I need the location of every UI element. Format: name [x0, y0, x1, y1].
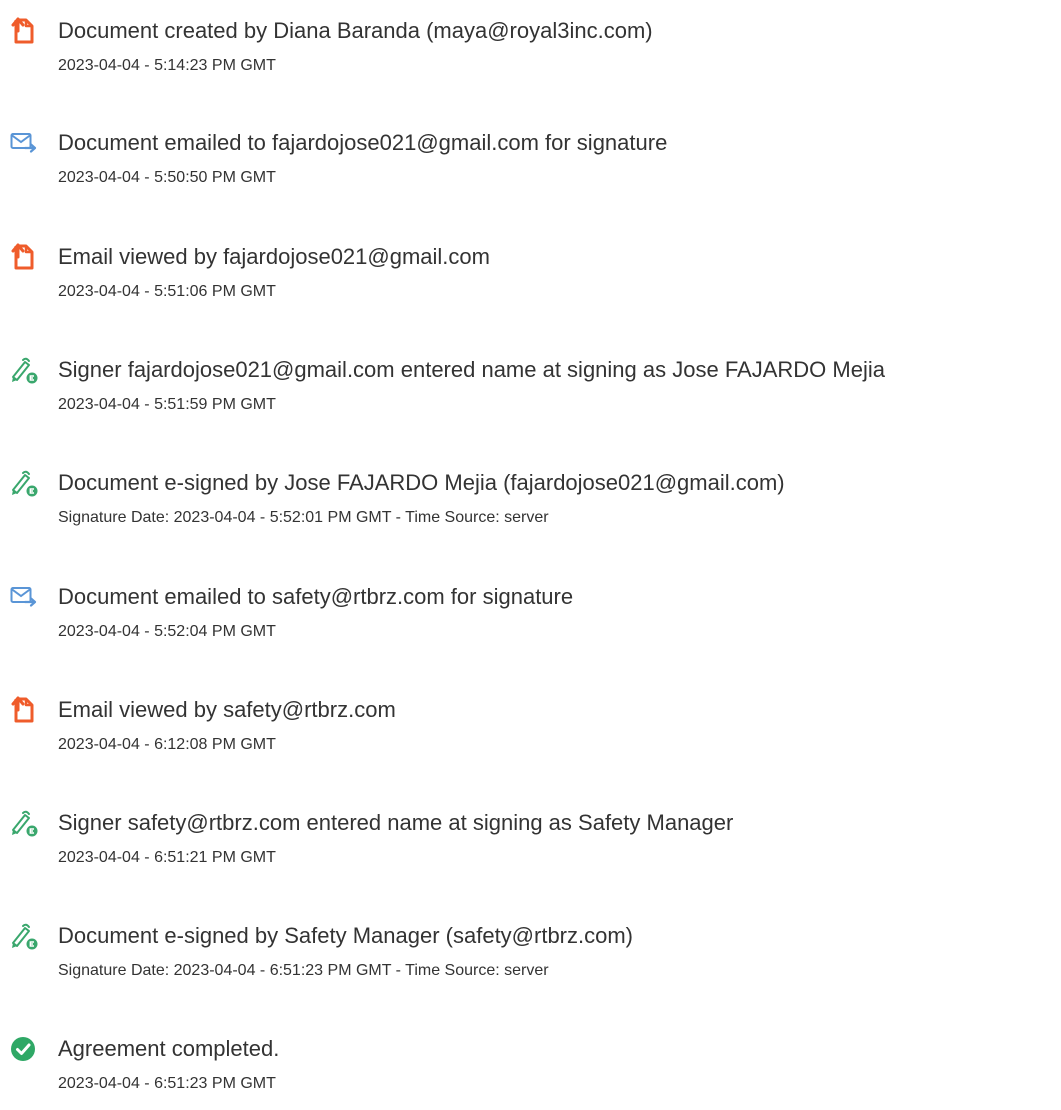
event-signature-date: Signature Date: 2023-04-04 - 5:52:01 PM … [58, 509, 549, 526]
event-timestamp: 2023-04-04 - 6:12:08 PM GMT [58, 736, 276, 753]
event-signature-date: Signature Date: 2023-04-04 - 6:51:23 PM … [58, 962, 549, 979]
event-timestamp: 2023-04-04 - 5:51:59 PM GMT [58, 396, 276, 413]
event-title: Document e-signed by Jose FAJARDO Mejia … [58, 470, 785, 495]
event-timestamp: 2023-04-04 - 5:50:50 PM GMT [58, 169, 276, 186]
document-icon [10, 17, 38, 45]
event-title: Email viewed by fajardojose021@gmail.com [58, 244, 490, 269]
event-timestamp: 2023-04-04 - 5:51:06 PM GMT [58, 283, 276, 300]
event-title: Document created by Diana Baranda (maya@… [58, 18, 653, 43]
event-timestamp: 2023-04-04 - 5:14:23 PM GMT [58, 57, 276, 74]
document-icon [10, 696, 38, 724]
event-title: Document e-signed by Safety Manager (saf… [58, 923, 634, 948]
check-circle-icon [10, 1035, 38, 1063]
document-icon [10, 243, 38, 271]
event-title: Signer fajardojose021@gmail.com entered … [58, 357, 885, 382]
email-icon [10, 129, 38, 157]
email-icon [10, 583, 38, 611]
event-title: Signer safety@rtbrz.com entered name at … [58, 810, 734, 835]
audit-history-list: Document created by Diana Baranda (maya@… [0, 0, 1061, 1110]
event-timestamp: 2023-04-04 - 6:51:23 PM GMT [58, 1075, 276, 1092]
event-title: Document emailed to fajardojose021@gmail… [58, 130, 668, 155]
event-timestamp: 2023-04-04 - 6:51:21 PM GMT [58, 849, 276, 866]
event-title: Document emailed to safety@rtbrz.com for… [58, 584, 574, 609]
event-title: Agreement completed. [58, 1036, 280, 1061]
sign-icon [10, 469, 38, 497]
event-timestamp: 2023-04-04 - 5:52:04 PM GMT [58, 623, 276, 640]
sign-icon [10, 922, 38, 950]
sign-icon [10, 809, 38, 837]
sign-icon [10, 356, 38, 384]
event-title: Email viewed by safety@rtbrz.com [58, 697, 396, 722]
